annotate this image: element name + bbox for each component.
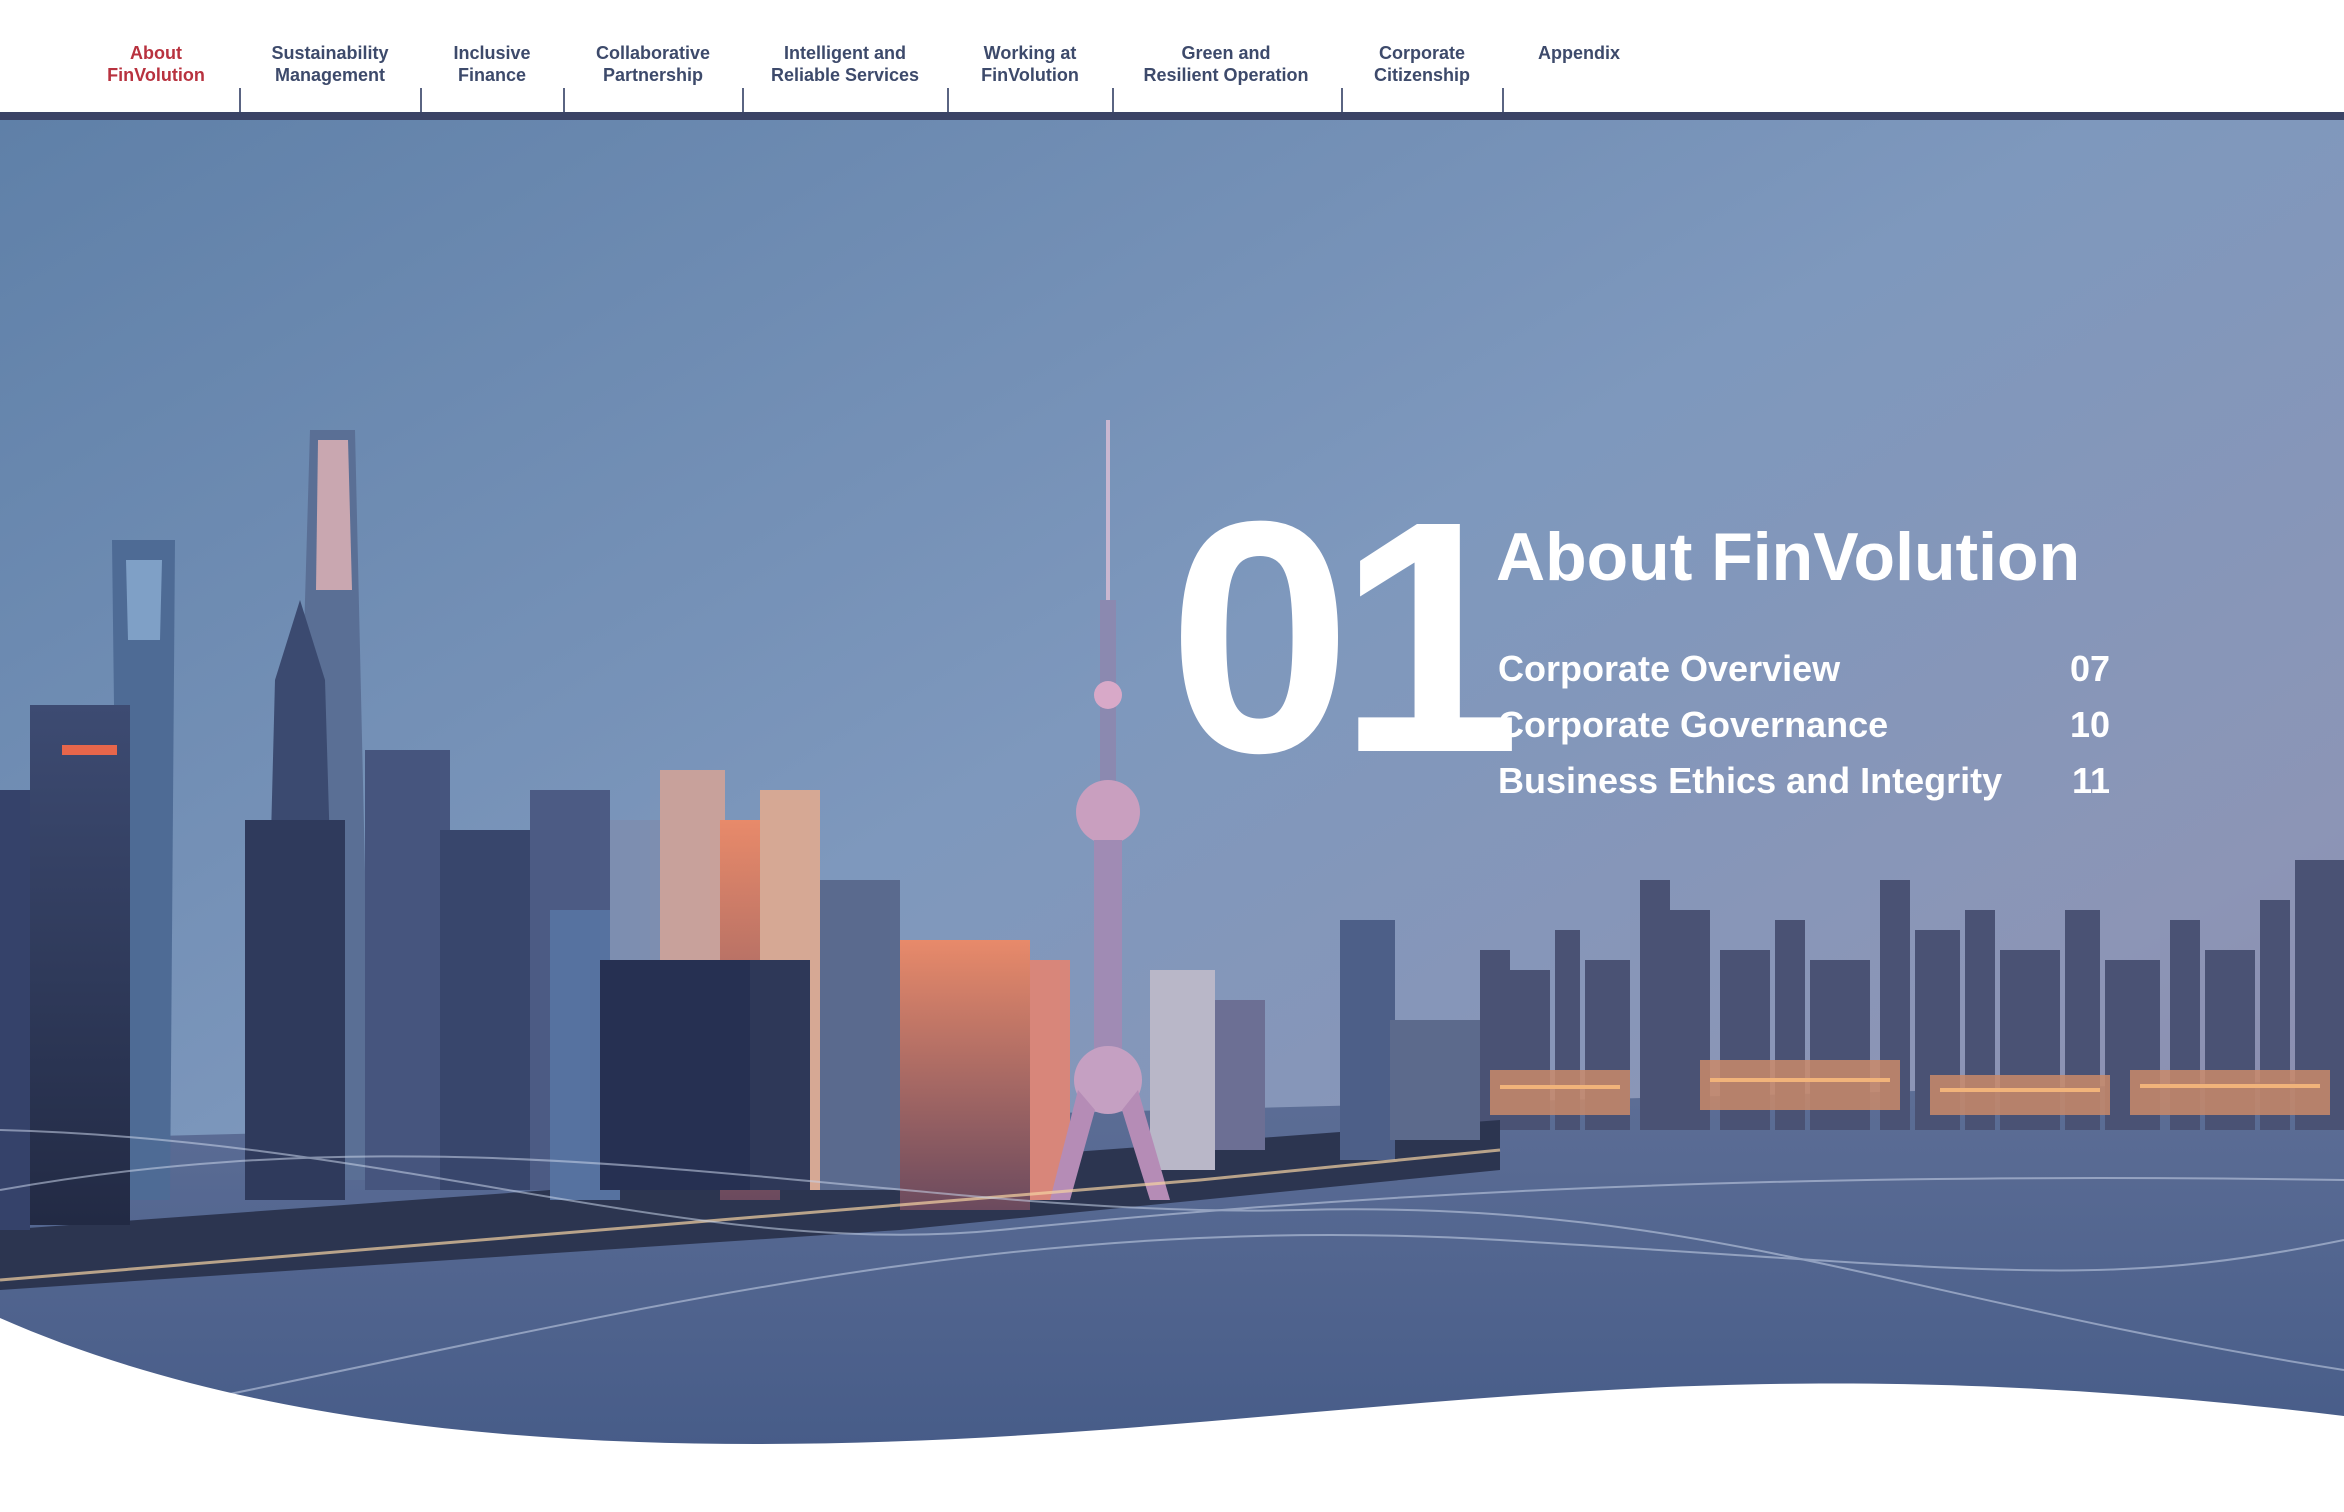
nav-item-line2: Citizenship bbox=[1373, 65, 1471, 85]
toc-item-page: 11 bbox=[2071, 760, 2110, 801]
nav-item-working-at-finvolution[interactable]: Working at FinVolution bbox=[981, 42, 1079, 86]
chapter-hero: 01 About FinVolution Corporate Overview … bbox=[0, 120, 2344, 1512]
nav-item-appendix[interactable]: Appendix bbox=[1538, 42, 1620, 64]
chapter-title: About FinVolution bbox=[1496, 519, 2081, 595]
nav-item-line1: Inclusive bbox=[453, 43, 531, 63]
nav-item-line1: Sustainability bbox=[271, 43, 389, 63]
nav-item-line1: Intelligent and bbox=[783, 43, 907, 63]
nav-item-inclusive-finance[interactable]: Inclusive Finance bbox=[453, 42, 530, 86]
nav-item-line1: Green and bbox=[1181, 43, 1271, 63]
chapter-toc: Corporate Overview 07 Corporate Governan… bbox=[1498, 646, 2110, 814]
nav-item-about-finvolution[interactable]: About FinVolution bbox=[107, 42, 205, 86]
toc-item-page: 07 bbox=[2069, 648, 2110, 689]
nav-item-line1: Working at bbox=[983, 43, 1077, 63]
nav-items: About FinVolution Sustainability Managem… bbox=[0, 42, 2344, 128]
nav-item-sustainability-management[interactable]: Sustainability Management bbox=[271, 42, 388, 86]
nav-item-corporate-citizenship[interactable]: Corporate Citizenship bbox=[1374, 42, 1470, 86]
toc-item-label: Business Ethics and Integrity bbox=[1498, 760, 2003, 801]
top-navigation: About FinVolution Sustainability Managem… bbox=[0, 0, 2344, 128]
nav-item-line1: Appendix bbox=[1537, 43, 1621, 63]
nav-item-intelligent-reliable-services[interactable]: Intelligent and Reliable Services bbox=[771, 42, 919, 86]
toc-item-corporate-overview[interactable]: Corporate Overview 07 bbox=[1498, 646, 2110, 702]
nav-item-line2: Management bbox=[274, 65, 386, 85]
chapter-number: 01 bbox=[1168, 452, 1521, 821]
nav-item-line1: Corporate bbox=[1378, 43, 1466, 63]
nav-item-line2: Finance bbox=[457, 65, 527, 85]
nav-item-line1: Collaborative bbox=[595, 43, 711, 63]
toc-item-corporate-governance[interactable]: Corporate Governance 10 bbox=[1498, 702, 2110, 758]
nav-item-line2: Resilient Operation bbox=[1143, 65, 1309, 85]
nav-item-collaborative-partnership[interactable]: Collaborative Partnership bbox=[596, 42, 710, 86]
nav-item-line1: About bbox=[130, 43, 182, 63]
nav-item-line2: FinVolution bbox=[981, 65, 1079, 85]
toc-item-business-ethics[interactable]: Business Ethics and Integrity 11 bbox=[1498, 758, 2110, 814]
nav-item-line2: Reliable Services bbox=[770, 65, 920, 85]
toc-item-label: Corporate Governance bbox=[1498, 704, 1889, 745]
nav-item-green-resilient-operation[interactable]: Green and Resilient Operation bbox=[1143, 42, 1308, 86]
nav-underline-bar bbox=[0, 112, 2344, 120]
nav-item-line2: Partnership bbox=[602, 65, 704, 85]
nav-item-line2: FinVolution bbox=[107, 65, 205, 85]
toc-item-page: 10 bbox=[2069, 704, 2110, 745]
toc-item-label: Corporate Overview bbox=[1498, 648, 1841, 689]
